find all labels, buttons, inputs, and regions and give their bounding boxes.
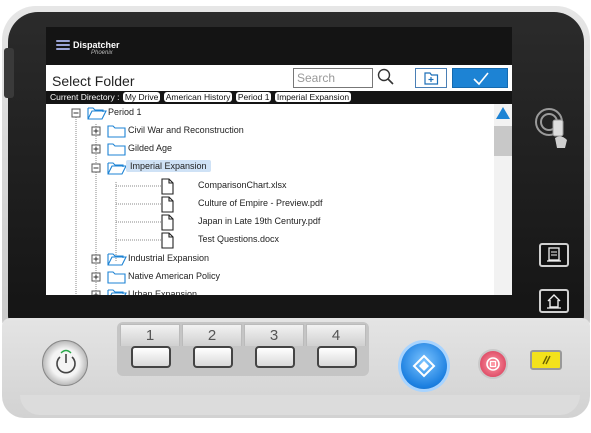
folder-item-native-american-policy[interactable]: Native American Policy [46,268,486,286]
collapse-icon[interactable] [71,108,81,118]
file-icon [161,232,174,249]
collapse-icon[interactable] [91,163,101,173]
search-input[interactable] [293,68,373,88]
register-key-label-1: 1 [120,324,180,346]
start-icon [412,354,436,378]
expand-icon[interactable] [91,290,101,295]
tree-item-label: Gilded Age [128,143,173,154]
file-icon [161,196,174,213]
tree-row-glyphs [91,289,127,295]
job-list-button[interactable] [539,243,569,267]
tree-item-label: Civil War and Reconstruction [128,125,244,136]
breadcrumb-item-my-drive[interactable]: My Drive [122,92,161,102]
file-icon [161,178,174,195]
tree-row-glyphs [91,253,127,266]
touch-screen: Dispatcher Phoenix Select Folder Search … [46,27,512,295]
folder-item-period-1[interactable]: Period 1 [46,104,486,122]
stop-icon [486,357,500,371]
file-item-test-questions-docx[interactable]: Test Questions.docx [46,231,486,249]
register-key-label-2: 2 [182,324,242,346]
dispatcher-logo-icon [56,40,70,52]
panel-base [20,395,580,415]
breadcrumb-item-period-1[interactable]: Period 1 [235,92,272,102]
folder-icon [107,143,126,156]
breadcrumb-item-american-history[interactable]: American History [163,92,233,102]
power-icon [56,349,76,374]
search-icon[interactable] [376,67,396,87]
tree-item-label: Imperial Expansion [126,159,211,172]
scroll-up-icon[interactable] [496,107,510,119]
new-folder-button[interactable] [415,68,447,88]
tree-row-glyphs [91,162,127,175]
breadcrumb-item-imperial-expansion[interactable]: Imperial Expansion [274,92,352,102]
tree-item-label: Japan in Late 19th Century.pdf [198,216,321,227]
job-list-icon [547,247,561,262]
reset-icon [542,355,551,365]
folder-item-urban-expansion[interactable]: Urban Expansion [46,286,486,295]
app-header: Dispatcher Phoenix [46,27,512,65]
expand-icon[interactable] [91,126,101,136]
breadcrumb: Current Directory : My Drive American Hi… [46,91,512,104]
folder-open-icon [107,253,127,266]
register-key-label-3: 3 [244,324,304,346]
check-icon [473,72,489,86]
mfp-device: Dispatcher Phoenix Select Folder Search … [0,0,591,433]
register-key-label-4: 4 [306,324,366,346]
breadcrumb-label: Current Directory : [50,92,120,102]
tree-item-label: Industrial Expansion [128,252,210,263]
tree-item-label: Test Questions.docx [198,234,280,245]
folder-open-icon [87,107,107,120]
tree-row-glyphs [91,271,126,284]
tree-row-glyphs [91,125,126,138]
ok-button[interactable] [452,68,508,88]
folder-item-imperial-expansion[interactable]: Imperial Expansion [46,159,486,177]
power-button[interactable] [42,340,88,386]
folder-tree: Period 1 Civil War and Reconstruction Gild… [46,104,494,295]
file-item-japan-in-late-19th-century-pdf[interactable]: Japan in Late 19th Century.pdf [46,213,486,231]
stop-button[interactable] [478,349,508,379]
page-title: Select Folder [52,73,135,89]
folder-item-gilded-age[interactable]: Gilded Age [46,140,486,158]
scrollbar[interactable] [494,104,512,295]
expand-icon[interactable] [91,254,101,264]
app-brand: Dispatcher [73,40,120,50]
folder-icon [107,125,126,138]
new-folder-icon [424,72,439,85]
file-icon [161,214,174,231]
tree-row-glyphs [91,143,126,156]
app-brand-sub: Phoenix [91,50,113,56]
tree-item-label: Native American Policy [128,270,221,281]
nfc-touch-icon [535,108,567,148]
reset-button[interactable] [530,350,562,370]
file-item-culture-of-empire-preview-pdf[interactable]: Culture of Empire - Preview.pdf [46,195,486,213]
folder-open-icon [107,162,127,175]
expand-icon[interactable] [91,272,101,282]
start-button[interactable] [401,343,447,389]
folder-icon [107,271,126,284]
file-item-comparisonchart-xlsx[interactable]: ComparisonChart.xlsx [46,177,486,195]
tree-item-label: Culture of Empire - Preview.pdf [198,198,323,208]
folder-item-industrial-expansion[interactable]: Industrial Expansion [46,250,486,268]
tree-item-label: Urban Expansion [128,289,198,295]
register-key-1[interactable] [131,346,171,368]
scrollbar-thumb[interactable] [494,126,512,156]
register-key-4[interactable] [317,346,357,368]
home-button[interactable] [539,289,569,313]
home-icon [547,294,561,309]
dialog-titlebar: Select Folder [46,65,512,91]
side-tab [4,48,14,98]
folder-item-civil-war-and-reconstruction[interactable]: Civil War and Reconstruction [46,122,486,140]
expand-icon[interactable] [91,144,101,154]
tree-item-label: ComparisonChart.xlsx [198,179,287,190]
register-key-3[interactable] [255,346,295,368]
folder-open-icon [107,289,127,295]
register-key-2[interactable] [193,346,233,368]
tree-item-label: Period 1 [108,107,142,117]
